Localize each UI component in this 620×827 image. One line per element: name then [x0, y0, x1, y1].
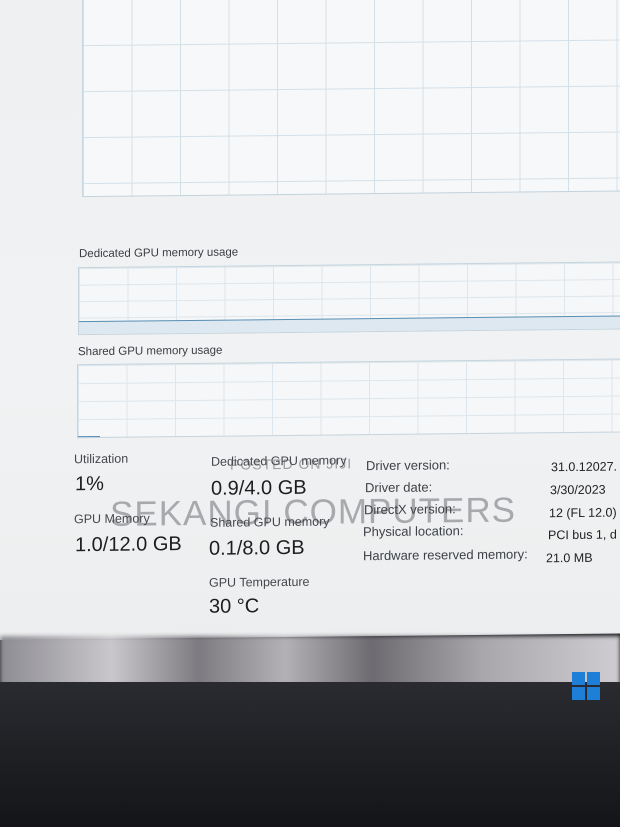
- driver-version-label: Driver version:: [366, 457, 450, 474]
- gpu-engine-graph: [82, 0, 620, 198]
- hardware-reserved-memory-label: Hardware reserved memory:: [363, 546, 528, 564]
- watermark-shop-name: SEKANGI COMPUTERS: [110, 490, 516, 534]
- task-manager-gpu-panel: Dedicated GPU memory usage Shared GPU me…: [0, 0, 620, 640]
- reflection-area: [0, 636, 620, 686]
- gpu-temperature-value: 30 °C: [209, 595, 260, 618]
- driver-version-value: 31.0.12027.: [551, 459, 618, 475]
- utilization-value: 1%: [75, 472, 104, 496]
- shared-memory-value: 0.1/8.0 GB: [209, 536, 305, 560]
- physical-location-value: PCI bus 1, d: [548, 527, 617, 543]
- dedicated-memory-usage-line: [79, 315, 620, 335]
- monitor-bezel: [0, 682, 620, 827]
- shared-memory-graph-title: Shared GPU memory usage: [78, 344, 223, 359]
- directx-version-value: 12 (FL 12.0): [549, 505, 617, 521]
- shared-memory-usage-line: [78, 435, 100, 438]
- hardware-reserved-memory-value: 21.0 MB: [546, 550, 593, 566]
- gpu-temperature-label: GPU Temperature: [209, 574, 310, 590]
- windows-logo-icon: [572, 672, 600, 700]
- driver-date-value: 3/30/2023: [550, 482, 606, 498]
- watermark-posted-on: POSTED ON JIJI: [230, 455, 353, 473]
- dedicated-memory-graph: [78, 261, 620, 336]
- dedicated-memory-graph-title: Dedicated GPU memory usage: [79, 246, 239, 261]
- shared-memory-graph: [77, 358, 620, 439]
- gpu-memory-value: 1.0/12.0 GB: [75, 533, 182, 557]
- utilization-label: Utilization: [74, 451, 129, 467]
